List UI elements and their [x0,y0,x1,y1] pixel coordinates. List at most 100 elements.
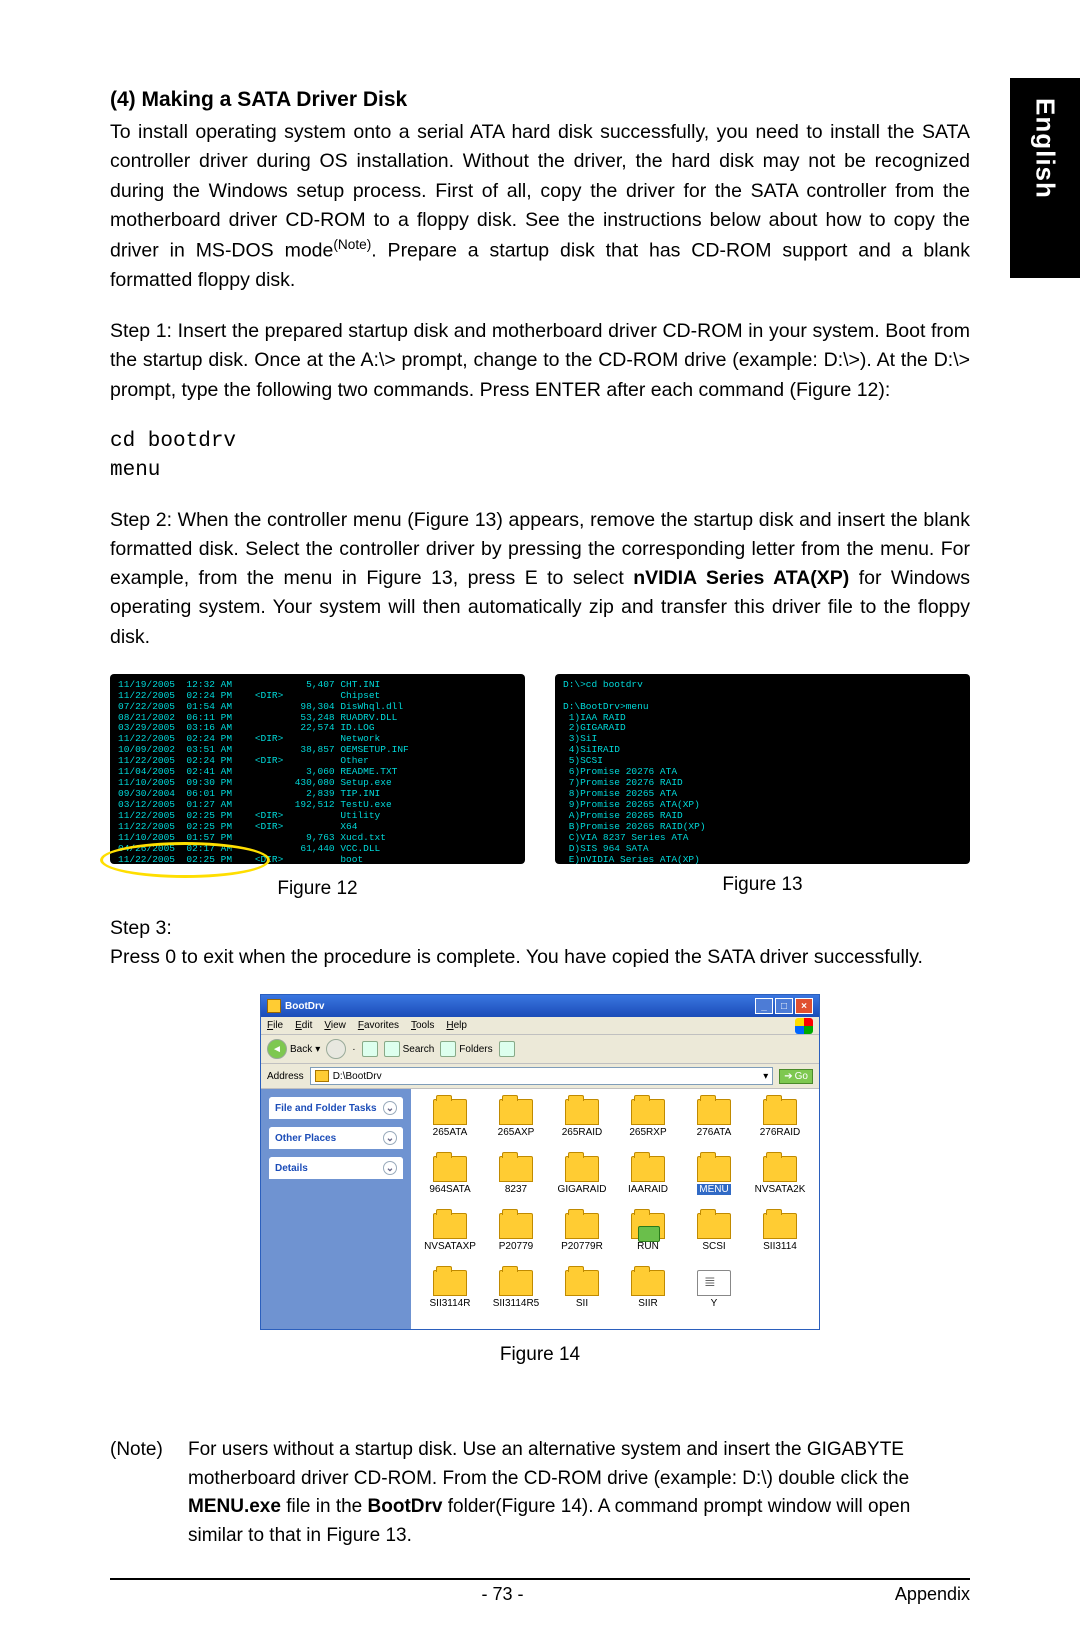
files-pane: 265ATA265AXP265RAID265RXP 276ATA 276RAID 96… [411,1089,819,1329]
file-icon-Y[interactable]: Y [683,1270,745,1309]
page-content: (4) Making a SATA Driver Disk To install… [0,0,1080,1635]
cmd-line-1: cd bootdrv [110,427,970,456]
menu-favorites[interactable]: Favorites [358,1020,399,1031]
divider-1: · [352,1044,355,1055]
step2-text-c: to select [538,567,634,589]
menu-edit[interactable]: Edit [295,1020,312,1031]
file-icon-NVSATA2K[interactable]: NVSATA2K [749,1156,811,1195]
search-icon [384,1041,400,1057]
folder-icon [499,1099,533,1125]
toolbar: ◄Back ▾ · Search Folders [261,1035,819,1064]
folders-icon [440,1041,456,1057]
page-footer: - 73 - Appendix [110,1580,970,1605]
file-icon-265RXP[interactable]: 265RXP [617,1099,679,1138]
file-folder-tasks-panel[interactable]: File and Folder Tasks ⌄ [269,1097,403,1119]
menu-tools[interactable]: Tools [411,1020,434,1031]
folder-icon [565,1099,599,1125]
back-label: Back [290,1044,312,1055]
folder-mini-icon [315,1070,329,1082]
file-icon-SII3114R5[interactable]: SII3114R5 [485,1270,547,1309]
file-icon-265AXP[interactable]: 265AXP [485,1099,547,1138]
icon-grid: 265ATA265AXP265RAID265RXP 276ATA 276RAID 96… [419,1099,811,1309]
explorer-body: File and Folder Tasks ⌄ Other Places⌄ Det… [261,1089,819,1329]
file-label: RUN [637,1241,659,1252]
file-icon-IAARAID[interactable]: IAARAID [617,1156,679,1195]
file-icon-SCSI[interactable]: SCSI [683,1213,745,1252]
folder-icon [499,1270,533,1296]
file-icon-P20779[interactable]: P20779 [485,1213,547,1252]
file-label: IAARAID [628,1184,668,1195]
chevron-icon[interactable]: ⌄ [383,1161,397,1175]
explorer-window: BootDrv _ □ × File Edit View Favorites T… [260,994,820,1330]
address-bar: Address D:\BootDrv ▾ ➔ Go [261,1064,819,1089]
folder-icon [433,1156,467,1182]
file-label: Y [711,1298,718,1309]
forward-button[interactable] [326,1039,346,1059]
chevron-icon[interactable]: ⌄ [383,1131,397,1145]
folder-icon [763,1099,797,1125]
address-path: D:\BootDrv [333,1071,382,1082]
folder-icon [763,1156,797,1182]
go-button[interactable]: ➔ Go [779,1069,813,1084]
step3-block: Step 3: Press 0 to exit when the procedu… [110,914,970,973]
cmd-line-2: menu [110,456,970,485]
maximize-button[interactable]: □ [775,998,793,1014]
up-icon[interactable] [362,1041,378,1057]
chevron-icon[interactable]: ⌄ [383,1101,397,1115]
search-label: Search [403,1044,435,1055]
folder-icon [565,1156,599,1182]
file-label: SII3114 [763,1241,797,1252]
address-dropdown-icon[interactable]: ▾ [763,1071,768,1082]
file-icon-SII3114[interactable]: SII3114 [749,1213,811,1252]
folder-icon [499,1156,533,1182]
file-label: SII [576,1298,588,1309]
folder-icon [631,1099,665,1125]
file-icon-SIIR[interactable]: SIIR [617,1270,679,1309]
file-label: 964SATA [429,1184,470,1195]
section-heading: (4) Making a SATA Driver Disk [110,88,970,112]
menu-file[interactable]: File [267,1020,283,1031]
file-label: MENU [697,1184,730,1195]
file-icon-265RAID[interactable]: 265RAID [551,1099,613,1138]
note-a: For users without a startup disk. Use an… [188,1439,909,1489]
window-titlebar[interactable]: BootDrv _ □ × [261,995,819,1017]
view-mode-button[interactable] [499,1041,515,1057]
panel-label-1: File and Folder Tasks [275,1103,377,1114]
file-icon-276RAID[interactable]: 276RAID [749,1099,811,1138]
folder-icon [763,1213,797,1239]
file-label: SII3114R [430,1298,471,1309]
menu-bar: File Edit View Favorites Tools Help [261,1017,819,1035]
note-superscript: (Note) [333,237,371,252]
figures-row: 11/19/2005 12:32 AM 5,407 CHT.INI 11/22/… [110,674,970,900]
folder-icon [631,1270,665,1296]
panel-label-3: Details [275,1163,308,1174]
file-icon-NVSATAXP[interactable]: NVSATAXP [419,1213,481,1252]
figure12-listing: 11/19/2005 12:32 AM 5,407 CHT.INI 11/22/… [118,679,409,864]
file-icon-MENU[interactable]: MENU [683,1156,745,1195]
file-label: P20779R [561,1241,603,1252]
search-button[interactable]: Search [384,1041,435,1057]
folders-button[interactable]: Folders [440,1041,492,1057]
file-icon-P20779R[interactable]: P20779R [551,1213,613,1252]
file-label: SII3114R5 [493,1298,540,1309]
menu-help[interactable]: Help [446,1020,467,1031]
address-field[interactable]: D:\BootDrv ▾ [310,1067,774,1085]
details-panel[interactable]: Details ⌄ [269,1157,403,1179]
file-icon-SII[interactable]: SII [551,1270,613,1309]
file-icon-964SATA[interactable]: 964SATA [419,1156,481,1195]
file-icon-GIGARAID[interactable]: GIGARAID [551,1156,613,1195]
file-label: NVSATAXP [424,1241,476,1252]
back-button[interactable]: ◄Back ▾ [267,1039,320,1059]
step2-paragraph: Step 2: When the controller menu (Figure… [110,506,970,652]
minimize-button[interactable]: _ [755,998,773,1014]
file-icon-8237[interactable]: 8237 [485,1156,547,1195]
file-icon-265ATA[interactable]: 265ATA [419,1099,481,1138]
file-label: 276ATA [697,1127,732,1138]
file-icon-276ATA[interactable]: 276ATA [683,1099,745,1138]
other-places-panel[interactable]: Other Places⌄ [269,1127,403,1149]
file-icon-SII3114R[interactable]: SII3114R [419,1270,481,1309]
close-button[interactable]: × [795,998,813,1014]
file-icon-RUN[interactable]: RUN [617,1213,679,1252]
folder-icon [565,1270,599,1296]
menu-view[interactable]: View [324,1020,346,1031]
